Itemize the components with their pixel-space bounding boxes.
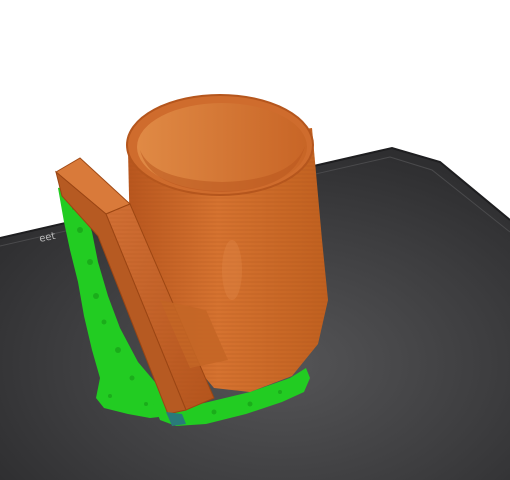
scene-canvas[interactable]: eet [0,0,510,480]
3d-viewport[interactable]: eet [0,0,510,480]
cup-side-highlight [222,240,242,300]
